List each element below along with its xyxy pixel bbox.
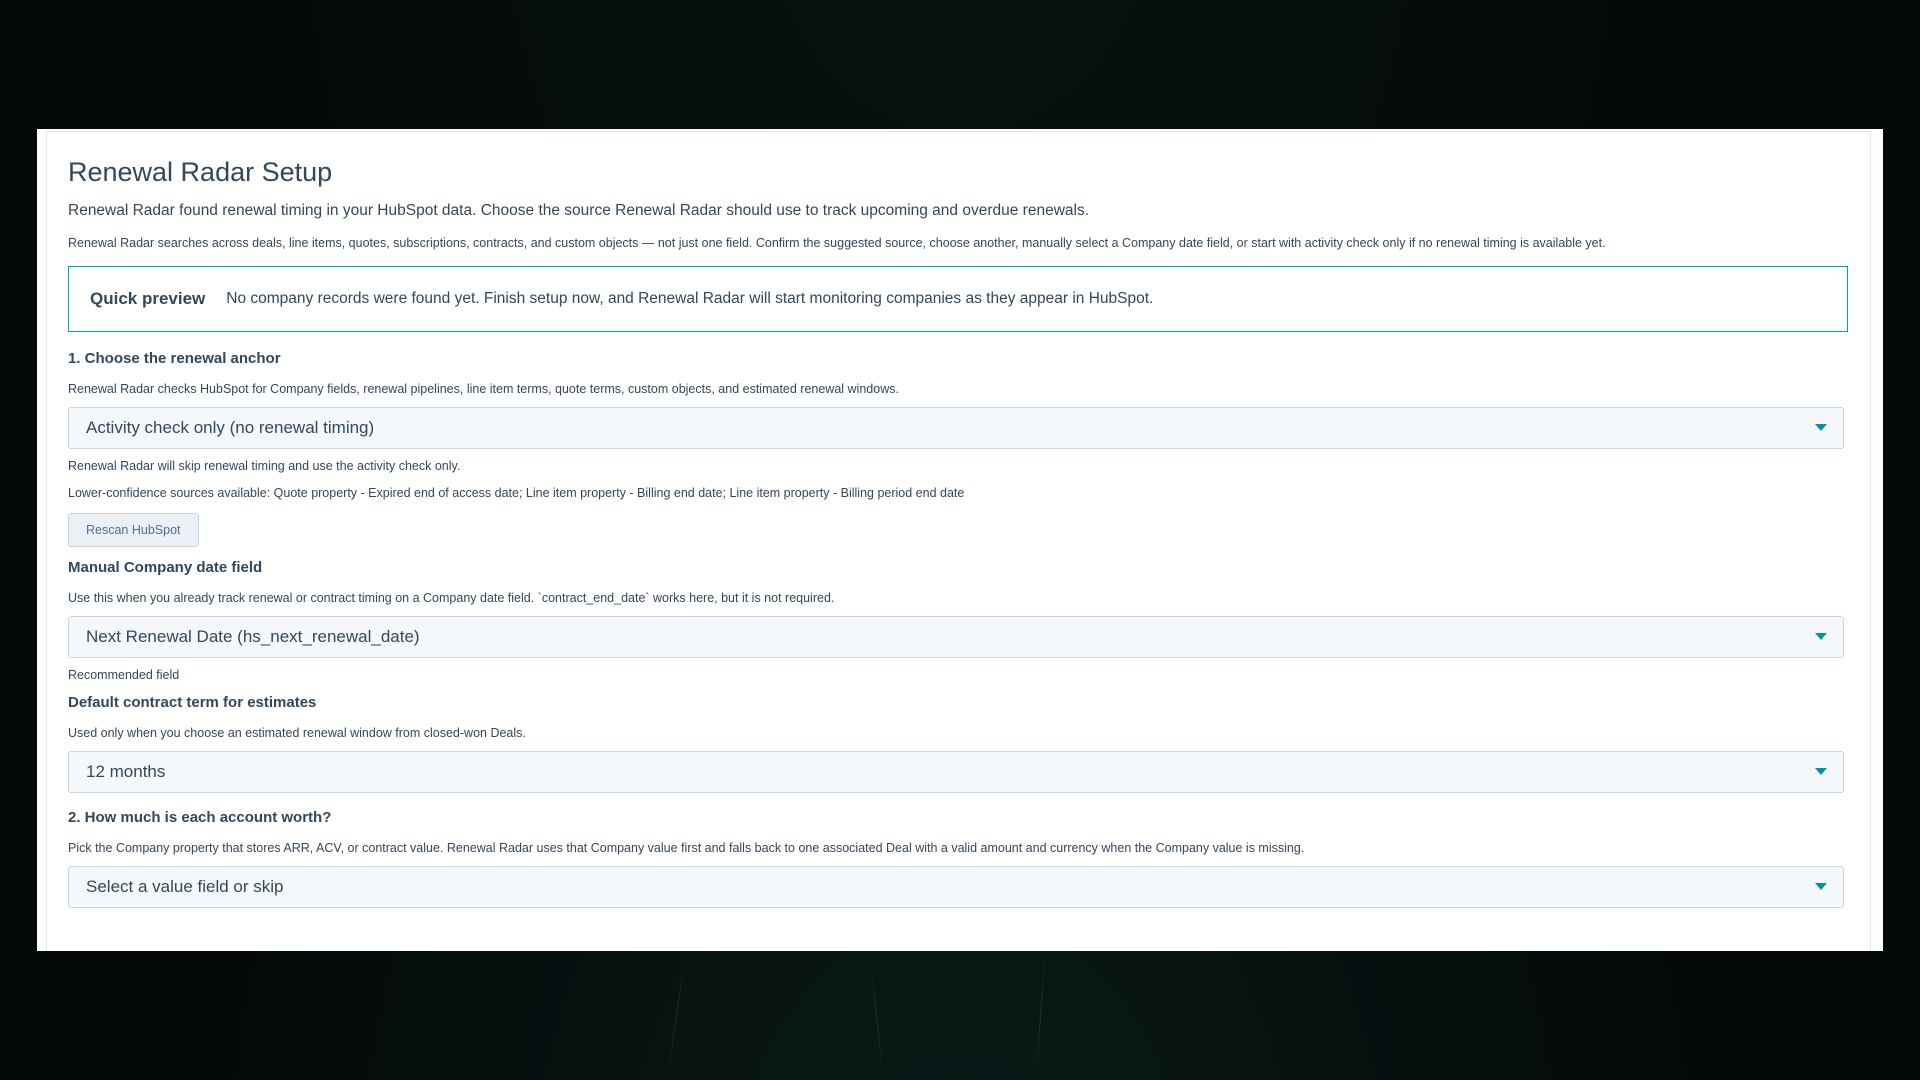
setup-panel: Renewal Radar Setup Renewal Radar found … <box>37 129 1883 951</box>
decorative-line <box>667 951 686 1080</box>
manual-date-field-value: Next Renewal Date (hs_next_renewal_date) <box>86 627 420 646</box>
account-value-help: Pick the Company property that stores AR… <box>68 841 1305 855</box>
rescan-hubspot-button[interactable]: Rescan HubSpot <box>68 513 199 547</box>
contract-term-value: 12 months <box>86 762 166 781</box>
quick-preview-label: Quick preview <box>90 289 206 308</box>
chevron-down-icon <box>1815 768 1827 775</box>
page-title: Renewal Radar Setup <box>68 157 333 187</box>
renewal-anchor-help: Renewal Radar checks HubSpot for Company… <box>68 382 899 396</box>
quick-preview-box: Quick preview No company records were fo… <box>68 266 1848 332</box>
renewal-anchor-note: Renewal Radar will skip renewal timing a… <box>68 459 461 473</box>
chevron-down-icon <box>1815 424 1827 431</box>
manual-field-note: Recommended field <box>68 668 180 682</box>
decorative-line <box>1035 951 1046 1080</box>
quick-preview-text: No company records were found yet. Finis… <box>226 290 1154 307</box>
manual-date-field-select[interactable]: Next Renewal Date (hs_next_renewal_date) <box>68 616 1844 658</box>
setup-card: Renewal Radar Setup Renewal Radar found … <box>46 131 1871 951</box>
manual-field-help: Use this when you already track renewal … <box>68 591 835 605</box>
renewal-anchor-heading: 1. Choose the renewal anchor <box>68 350 281 367</box>
contract-term-select[interactable]: 12 months <box>68 751 1844 793</box>
renewal-anchor-value: Activity check only (no renewal timing) <box>86 418 375 437</box>
page-lead: Renewal Radar found renewal timing in yo… <box>68 202 1090 219</box>
contract-term-heading: Default contract term for estimates <box>68 694 317 711</box>
account-value-value: Select a value field or skip <box>86 877 284 896</box>
account-value-select[interactable]: Select a value field or skip <box>68 866 1844 908</box>
renewal-anchor-select[interactable]: Activity check only (no renewal timing) <box>68 407 1844 449</box>
decorative-line <box>869 951 884 1080</box>
account-value-heading: 2. How much is each account worth? <box>68 809 332 826</box>
contract-term-help: Used only when you choose an estimated r… <box>68 726 526 740</box>
lower-confidence-sources: Lower-confidence sources available: Quot… <box>68 486 965 500</box>
page-description: Renewal Radar searches across deals, lin… <box>68 236 1606 250</box>
manual-field-heading: Manual Company date field <box>68 559 263 576</box>
chevron-down-icon <box>1815 883 1827 890</box>
chevron-down-icon <box>1815 633 1827 640</box>
